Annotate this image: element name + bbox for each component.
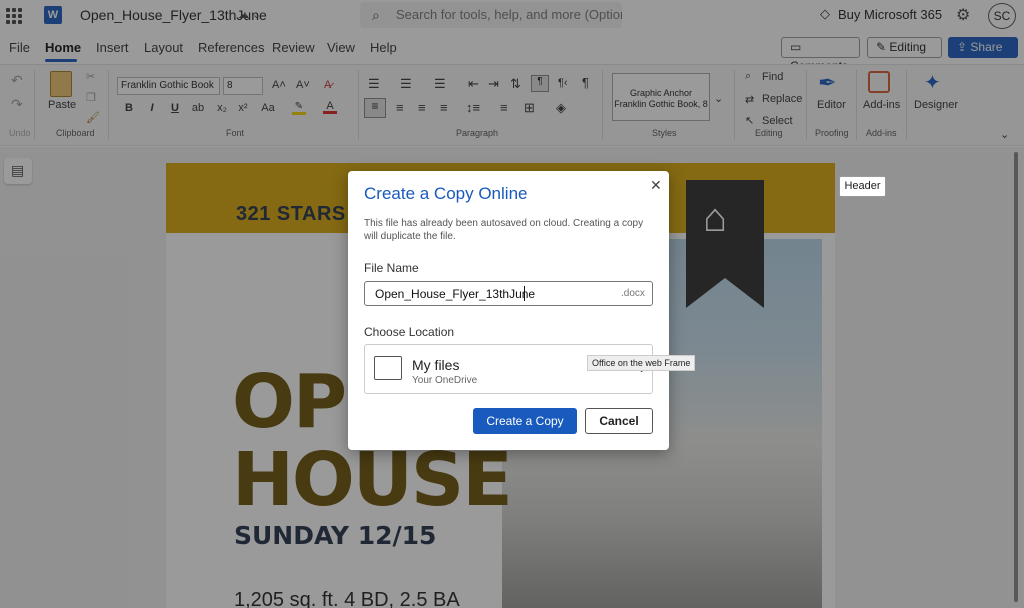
location-label: Choose Location xyxy=(364,325,455,339)
dialog-title: Create a Copy Online xyxy=(364,184,528,203)
file-name-input[interactable]: Open_House_Flyer_13thJune .docx xyxy=(364,281,653,306)
file-extension: .docx xyxy=(621,288,645,299)
cancel-button[interactable]: Cancel xyxy=(585,408,653,434)
text-cursor xyxy=(524,286,525,301)
file-name-label: File Name xyxy=(364,261,419,275)
location-subtitle: Your OneDrive xyxy=(412,375,478,386)
close-icon[interactable]: ✕ xyxy=(650,177,662,194)
create-copy-button[interactable]: Create a Copy xyxy=(473,408,577,434)
dialog-description: This file has already been autosaved on … xyxy=(364,218,644,242)
file-name-value: Open_House_Flyer_13thJune xyxy=(375,287,536,301)
folder-cloud-icon xyxy=(374,356,402,380)
location-name: My files xyxy=(412,357,460,373)
header-tag[interactable]: Header xyxy=(839,176,886,197)
frame-tooltip: Office on the web Frame xyxy=(587,355,696,371)
create-copy-dialog: Create a Copy Online ✕ This file has alr… xyxy=(348,171,696,450)
